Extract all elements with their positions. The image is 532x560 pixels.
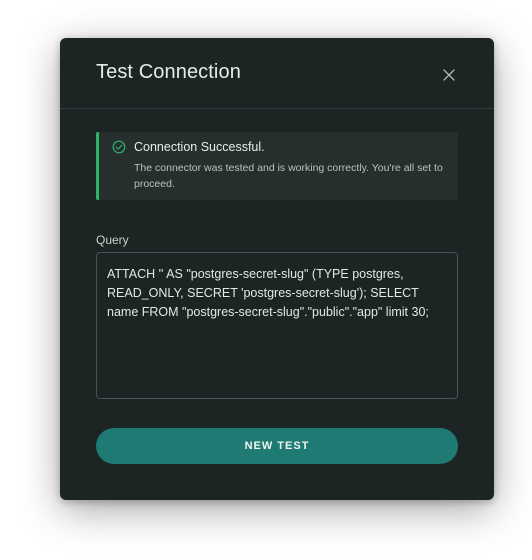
dialog-title: Test Connection: [96, 61, 241, 83]
alert-title: Connection Successful.: [134, 140, 265, 154]
alert-message: The connector was tested and is working …: [134, 162, 443, 190]
close-button[interactable]: [438, 64, 460, 86]
dialog-header: Test Connection: [60, 38, 494, 109]
check-circle-icon: [112, 140, 126, 154]
query-label: Query: [96, 233, 129, 247]
query-input[interactable]: ATTACH '' AS "postgres-secret-slug" (TYP…: [96, 252, 458, 399]
test-connection-dialog: Test Connection Connection Successful. T…: [60, 38, 494, 500]
close-icon: [443, 69, 455, 81]
new-test-button[interactable]: NEW TEST: [96, 428, 458, 464]
success-alert: Connection Successful. The connector was…: [96, 132, 458, 200]
